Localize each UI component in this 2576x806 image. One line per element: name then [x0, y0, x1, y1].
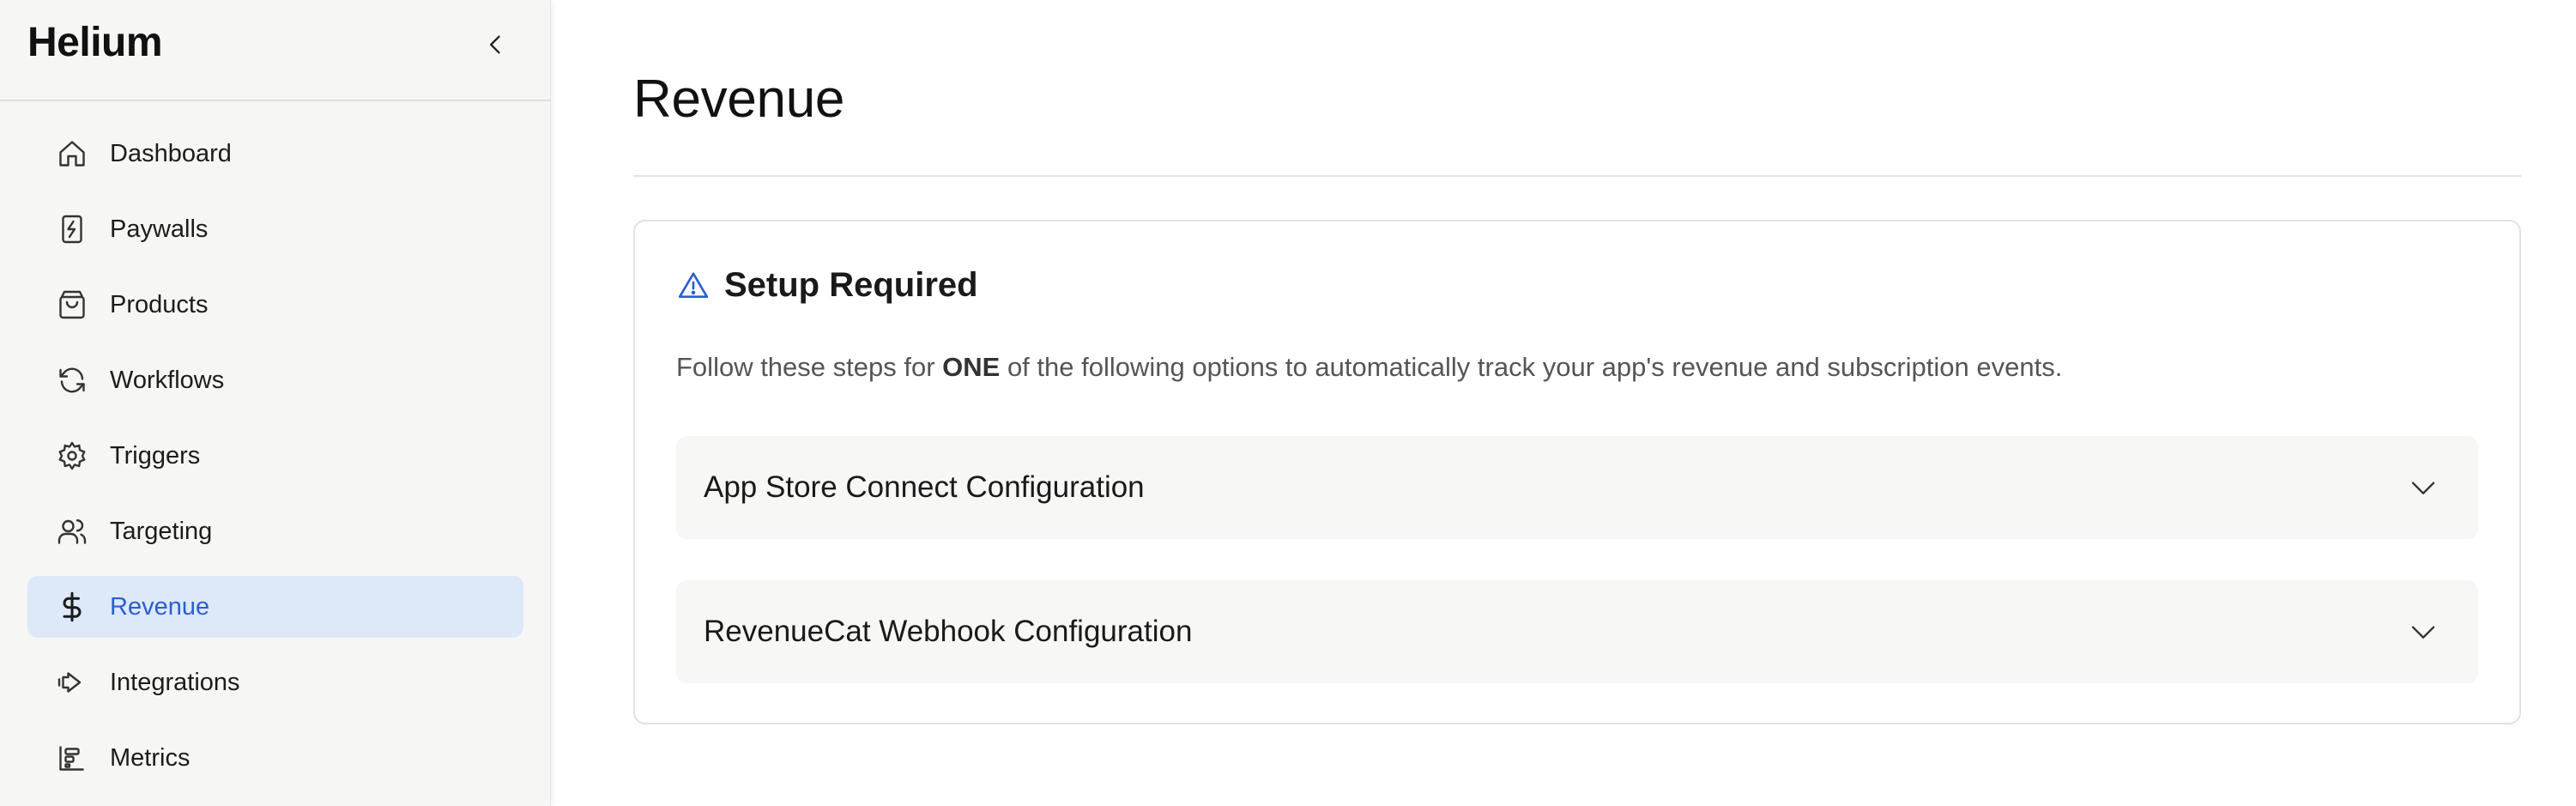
sidebar-item-workflows[interactable]: Workflows: [27, 349, 523, 411]
users-icon: [55, 514, 89, 548]
sidebar-item-revenue[interactable]: Revenue: [27, 576, 523, 638]
accordion-label: App Store Connect Configuration: [704, 470, 1145, 504]
sidebar-item-dashboard[interactable]: Dashboard: [27, 123, 523, 185]
page-title: Revenue: [633, 70, 845, 129]
divider: [633, 175, 2521, 177]
home-icon: [55, 136, 89, 171]
sidebar: Helium Dashboard Paywalls Products Workf…: [0, 0, 551, 806]
description-emphasis: ONE: [942, 352, 1001, 382]
sidebar-item-metrics[interactable]: Metrics: [27, 727, 523, 789]
accordion-label: RevenueCat Webhook Configuration: [704, 615, 1193, 648]
sidebar-item-label: Revenue: [110, 592, 210, 621]
setup-required-card: Setup Required Follow these steps for ON…: [633, 220, 2521, 724]
sidebar-item-triggers[interactable]: Triggers: [27, 425, 523, 487]
sidebar-item-label: Metrics: [110, 743, 190, 772]
chevron-down-icon: [2410, 618, 2437, 645]
sidebar-item-label: Targeting: [110, 517, 213, 545]
paywall-icon: [55, 212, 89, 246]
chart-icon: [55, 741, 89, 775]
shopping-bag-icon: [55, 288, 89, 322]
card-description: Follow these steps for ONE of the follow…: [676, 352, 2062, 383]
sidebar-item-label: Integrations: [110, 668, 240, 696]
dollar-icon: [55, 590, 89, 624]
arrow-right-icon: [55, 665, 89, 700]
sidebar-item-products[interactable]: Products: [27, 274, 523, 336]
sidebar-item-label: Workflows: [110, 366, 225, 394]
collapse-sidebar-button[interactable]: [477, 26, 515, 64]
sidebar-item-integrations[interactable]: Integrations: [27, 651, 523, 713]
description-text: of the following options to automaticall…: [1000, 352, 2063, 382]
sidebar-item-label: Triggers: [110, 441, 201, 470]
gear-icon: [55, 439, 89, 473]
chevron-down-icon: [2410, 474, 2437, 501]
sidebar-item-paywalls[interactable]: Paywalls: [27, 198, 523, 260]
accordion-revenuecat-webhook[interactable]: RevenueCat Webhook Configuration: [676, 580, 2478, 683]
sidebar-item-label: Products: [110, 290, 209, 318]
sidebar-item-targeting[interactable]: Targeting: [27, 500, 523, 562]
sidebar-item-label: Dashboard: [110, 139, 232, 167]
sidebar-header: Helium: [0, 0, 551, 101]
card-header: Setup Required: [676, 266, 978, 305]
sidebar-item-label: Paywalls: [110, 215, 209, 243]
accordion-app-store-connect[interactable]: App Store Connect Configuration: [676, 436, 2478, 539]
card-title: Setup Required: [724, 266, 978, 304]
brand-logo-text: Helium: [27, 20, 163, 65]
app-root: Helium Dashboard Paywalls Products Workf…: [0, 0, 2576, 806]
description-text: Follow these steps for: [676, 352, 943, 382]
refresh-icon: [55, 363, 89, 397]
sidebar-nav: Dashboard Paywalls Products Workflows Tr…: [27, 123, 523, 803]
main-content: Revenue Setup Required Follow these step…: [551, 0, 2576, 806]
chevron-left-icon: [490, 35, 500, 54]
warning-icon: [676, 269, 711, 303]
